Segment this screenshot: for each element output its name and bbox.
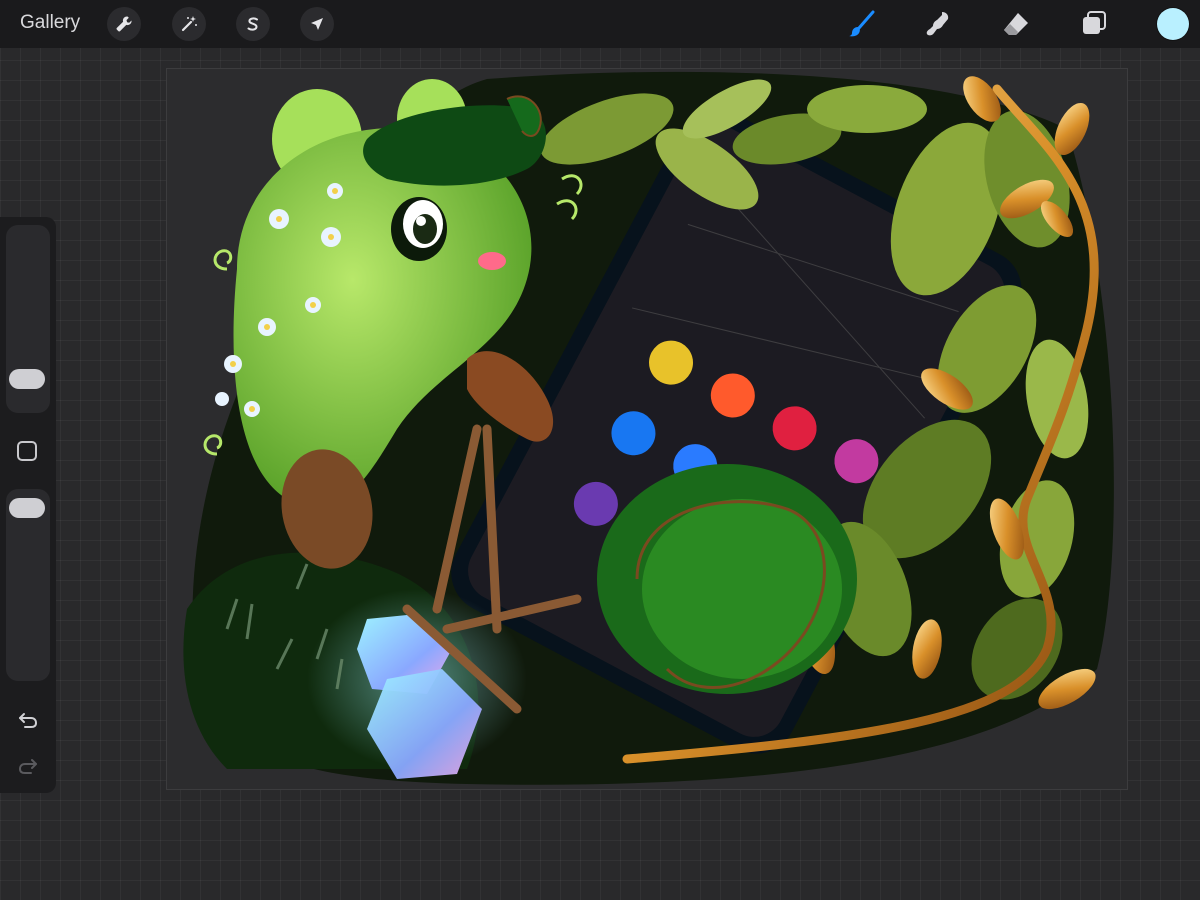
brush-size-thumb[interactable] (9, 369, 45, 389)
layers-button[interactable] (1078, 8, 1110, 40)
smudge-icon (926, 12, 949, 36)
undo-button[interactable] (16, 707, 40, 731)
redo-button[interactable] (16, 753, 40, 777)
undo-icon (19, 713, 38, 728)
eraser-icon (1004, 13, 1028, 35)
transform-button[interactable] (300, 7, 334, 41)
magic-wand-icon (181, 16, 197, 32)
drawing-canvas[interactable] (166, 68, 1128, 790)
eraser-tool[interactable] (1000, 8, 1032, 40)
color-picker-button[interactable] (1157, 8, 1189, 40)
adjustments-button[interactable] (172, 7, 206, 41)
opacity-thumb[interactable] (9, 498, 45, 518)
gallery-button[interactable]: Gallery (20, 12, 80, 34)
canvas-artwork (183, 71, 1114, 785)
layers-icon (1083, 11, 1106, 34)
paint-tool[interactable] (846, 8, 878, 40)
selection-button[interactable] (236, 7, 270, 41)
selection-s-icon (247, 17, 258, 31)
green-shell (597, 464, 857, 694)
brush-icon (849, 10, 875, 37)
procreate-app: Gallery (0, 0, 1200, 900)
top-toolbar: Gallery (0, 0, 1200, 48)
redo-icon (18, 759, 37, 774)
smudge-tool[interactable] (922, 8, 954, 40)
brush-size-slider[interactable] (6, 225, 50, 413)
actions-button[interactable] (107, 7, 141, 41)
wrench-icon (116, 16, 132, 32)
transform-arrow-icon (311, 18, 323, 30)
modify-button[interactable] (17, 441, 37, 461)
opacity-slider[interactable] (6, 489, 50, 681)
left-sidebar (0, 217, 56, 793)
